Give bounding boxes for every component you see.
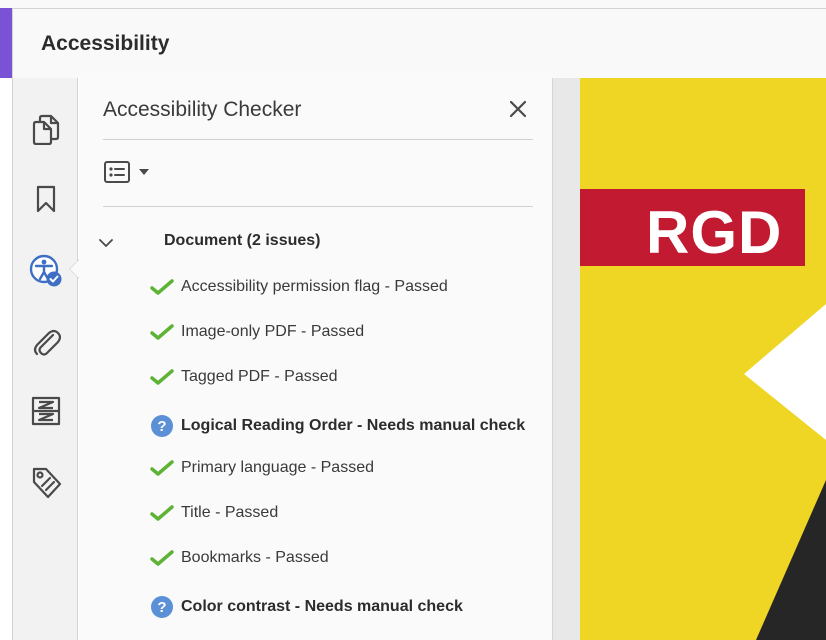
passed-check-icon [149,319,175,345]
tag-icon[interactable] [29,466,63,500]
accessibility-icon[interactable] [29,254,63,288]
item-label: Primary language - Passed [181,459,374,476]
close-button[interactable] [503,94,533,124]
list-item[interactable]: ? Color contrast - Needs manual check [149,594,463,620]
list-item[interactable]: ? Logical Reading Order - Needs manual c… [149,413,525,439]
passed-check-icon [149,364,175,390]
item-label: Accessibility permission flag - Passed [181,278,448,295]
list-item[interactable]: Bookmarks - Passed [149,545,329,571]
document-collapse-toggle[interactable] [95,232,117,254]
title-bar: Accessibility [0,0,826,78]
page-title: Accessibility [41,32,170,55]
svg-text:?: ? [157,599,166,616]
passed-check-icon [149,500,175,526]
help-question-icon: ? [149,594,175,620]
accessibility-checker-panel: Accessibility Checker Document (2 issues… [79,78,553,640]
item-label: Color contrast - Needs manual check [181,598,463,615]
panel-splitter[interactable] [553,78,580,640]
passed-check-icon [149,455,175,481]
item-label: Tagged PDF - Passed [181,368,338,385]
pages-icon[interactable] [29,112,63,146]
list-item[interactable]: Image-only PDF - Passed [149,319,364,345]
list-item[interactable]: Title - Passed [149,500,278,526]
chevron-down-icon [99,239,113,247]
bookmark-icon[interactable] [29,182,63,216]
passed-check-icon [149,545,175,571]
toolbar-divider [103,206,533,207]
passed-check-icon [149,274,175,300]
svg-text:?: ? [157,418,166,435]
list-item[interactable]: Primary language - Passed [149,455,374,481]
list-item[interactable]: Accessibility permission flag - Passed [149,274,448,300]
item-label: Image-only PDF - Passed [181,323,365,340]
document-preview[interactable]: RGD [580,78,826,640]
chevron-down-icon [139,169,149,175]
compare-icon[interactable] [29,394,63,428]
options-menu-button[interactable] [103,160,149,184]
left-tool-rail [12,78,78,640]
list-item[interactable]: Tagged PDF - Passed [149,364,338,390]
document-node-label[interactable]: Document (2 issues) [164,232,320,250]
item-label: Logical Reading Order - Needs manual che… [181,417,526,434]
panel-title: Accessibility Checker [103,98,302,121]
document-artwork [744,304,826,640]
attachment-icon[interactable] [29,324,63,358]
help-question-icon: ? [149,413,175,439]
options-list-icon [104,161,130,183]
item-label: Title - Passed [181,504,279,521]
panel-divider [103,139,533,140]
item-label: Bookmarks - Passed [181,549,329,566]
close-icon [509,100,527,118]
